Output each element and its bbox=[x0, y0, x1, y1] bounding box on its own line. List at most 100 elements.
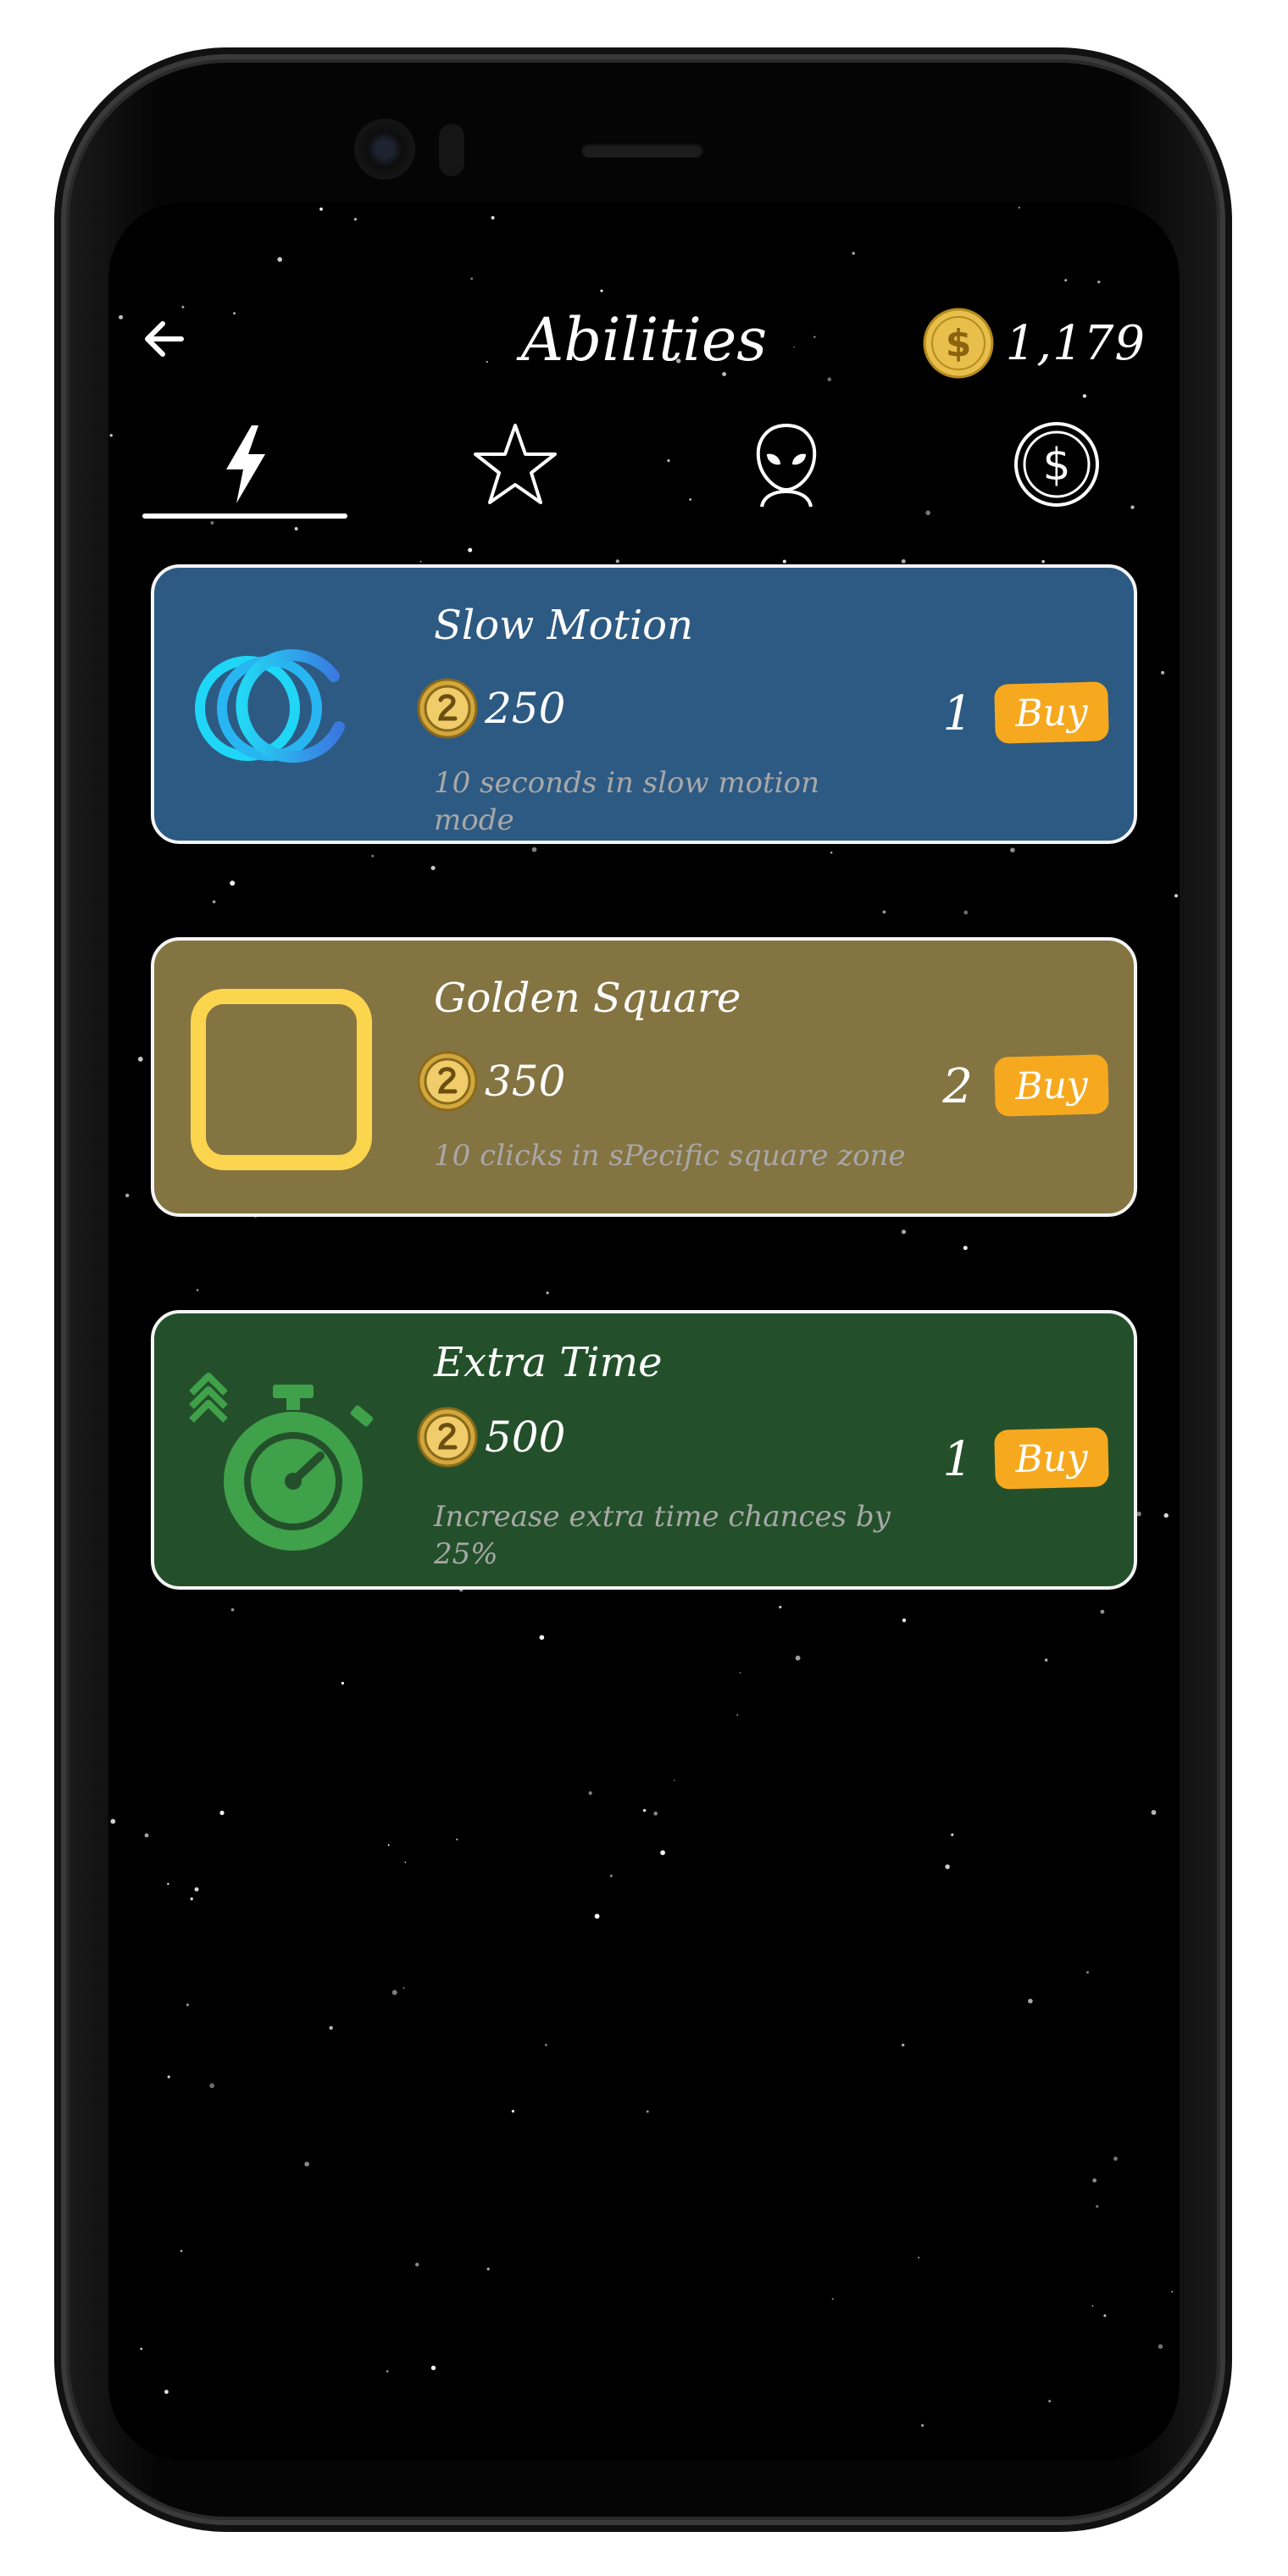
price-value: 250 bbox=[485, 684, 566, 733]
star bbox=[164, 2390, 169, 2395]
golden-square-icon bbox=[191, 989, 372, 1170]
star bbox=[594, 1913, 600, 1919]
star bbox=[230, 880, 236, 886]
ability-description: 10 seconds in slow motion mode bbox=[434, 766, 819, 837]
buy-button[interactable]: Buy bbox=[994, 681, 1109, 744]
ability-price: 250 bbox=[417, 678, 565, 739]
volume-button bbox=[1219, 966, 1230, 1271]
star bbox=[963, 1246, 968, 1251]
star bbox=[1161, 670, 1165, 675]
star bbox=[674, 1779, 675, 1781]
star bbox=[491, 215, 495, 220]
ability-card-golden-square: Golden Square 350 10 clicks in sPecific … bbox=[151, 937, 1137, 1217]
star bbox=[779, 1606, 782, 1609]
star bbox=[609, 1874, 613, 1878]
star bbox=[386, 2370, 389, 2373]
ability-price: 350 bbox=[417, 1051, 565, 1112]
ability-price: 500 bbox=[417, 1407, 565, 1468]
coin-balance: $ 1,179 bbox=[923, 305, 1146, 381]
category-tabs: $ bbox=[142, 414, 1159, 524]
star bbox=[110, 1818, 116, 1824]
star bbox=[319, 207, 323, 211]
star bbox=[304, 2162, 309, 2167]
star bbox=[653, 1811, 658, 1816]
star bbox=[387, 1844, 390, 1846]
alien-icon bbox=[756, 423, 816, 508]
star bbox=[404, 1861, 407, 1863]
buy-button[interactable]: Buy bbox=[994, 1427, 1109, 1490]
earpiece-speaker bbox=[581, 142, 703, 158]
star bbox=[1097, 280, 1101, 284]
ability-description: 10 clicks in sPecific square zone bbox=[434, 1139, 906, 1173]
star bbox=[945, 1864, 950, 1869]
slow-motion-rings-icon bbox=[195, 649, 345, 763]
star bbox=[341, 1681, 344, 1685]
star bbox=[795, 1655, 801, 1661]
star bbox=[456, 1838, 458, 1840]
star bbox=[1103, 2314, 1107, 2318]
price-value: 350 bbox=[485, 1057, 566, 1106]
app-screen: Abilities $ 1,179 $ Slow Motion 250 10 s… bbox=[108, 202, 1180, 2461]
star bbox=[219, 1810, 225, 1815]
star bbox=[1092, 2178, 1097, 2183]
star bbox=[1113, 2157, 1118, 2161]
star bbox=[353, 218, 358, 221]
star bbox=[1028, 1998, 1033, 2004]
game-coin-icon bbox=[417, 1407, 478, 1468]
star bbox=[1064, 279, 1068, 282]
star bbox=[539, 1635, 545, 1641]
star bbox=[1171, 2290, 1174, 2293]
stopwatch-icon bbox=[189, 1373, 374, 1551]
star bbox=[137, 1057, 143, 1062]
dollar-coin-icon: $ bbox=[923, 308, 994, 379]
star bbox=[588, 1791, 592, 1796]
star bbox=[1048, 2400, 1052, 2403]
star bbox=[1018, 206, 1020, 209]
game-coin-icon bbox=[417, 678, 478, 739]
star bbox=[902, 2043, 905, 2047]
star-icon bbox=[474, 424, 558, 504]
tab-aliens[interactable] bbox=[684, 414, 889, 515]
star bbox=[180, 2250, 183, 2252]
coin-count: 1,179 bbox=[1005, 315, 1146, 371]
star bbox=[1096, 2205, 1099, 2208]
star bbox=[782, 559, 786, 564]
star bbox=[144, 1833, 149, 1838]
star bbox=[230, 1607, 235, 1612]
star bbox=[1100, 1609, 1105, 1614]
buy-button[interactable]: Buy bbox=[994, 1054, 1109, 1117]
star bbox=[1163, 1513, 1169, 1518]
star bbox=[642, 1808, 647, 1813]
tab-abilities[interactable] bbox=[142, 414, 347, 519]
star bbox=[294, 527, 298, 530]
star bbox=[1010, 847, 1015, 852]
ability-card-extra-time: Extra Time 500 Increase extra time chanc… bbox=[151, 1310, 1137, 1590]
star bbox=[1151, 1810, 1157, 1815]
star bbox=[486, 2268, 490, 2271]
star bbox=[546, 1291, 549, 1295]
star bbox=[1091, 2305, 1094, 2307]
star bbox=[1174, 894, 1178, 898]
ability-description: Increase extra time chances by 25% bbox=[434, 1500, 891, 1571]
star bbox=[831, 2298, 834, 2300]
star bbox=[1045, 1658, 1048, 1662]
star bbox=[194, 1887, 199, 1892]
owned-count: 2 bbox=[942, 1059, 973, 1114]
star bbox=[852, 252, 855, 255]
star bbox=[470, 277, 474, 280]
ability-card-slow-motion: Slow Motion 250 10 seconds in slow motio… bbox=[151, 564, 1137, 844]
game-coin-icon bbox=[417, 1051, 478, 1112]
star bbox=[402, 1987, 405, 1989]
star bbox=[882, 910, 886, 914]
svg-text:$: $ bbox=[1042, 440, 1070, 491]
star bbox=[918, 2257, 920, 2259]
ability-name: Golden Square bbox=[434, 974, 741, 1022]
star bbox=[167, 2075, 170, 2079]
tab-shop[interactable]: $ bbox=[954, 414, 1159, 515]
star bbox=[371, 854, 375, 858]
star bbox=[196, 1289, 199, 1291]
tab-favorites[interactable] bbox=[413, 414, 618, 515]
app-header: Abilities $ 1,179 bbox=[108, 286, 1180, 388]
star bbox=[963, 910, 969, 915]
star bbox=[125, 1193, 130, 1198]
